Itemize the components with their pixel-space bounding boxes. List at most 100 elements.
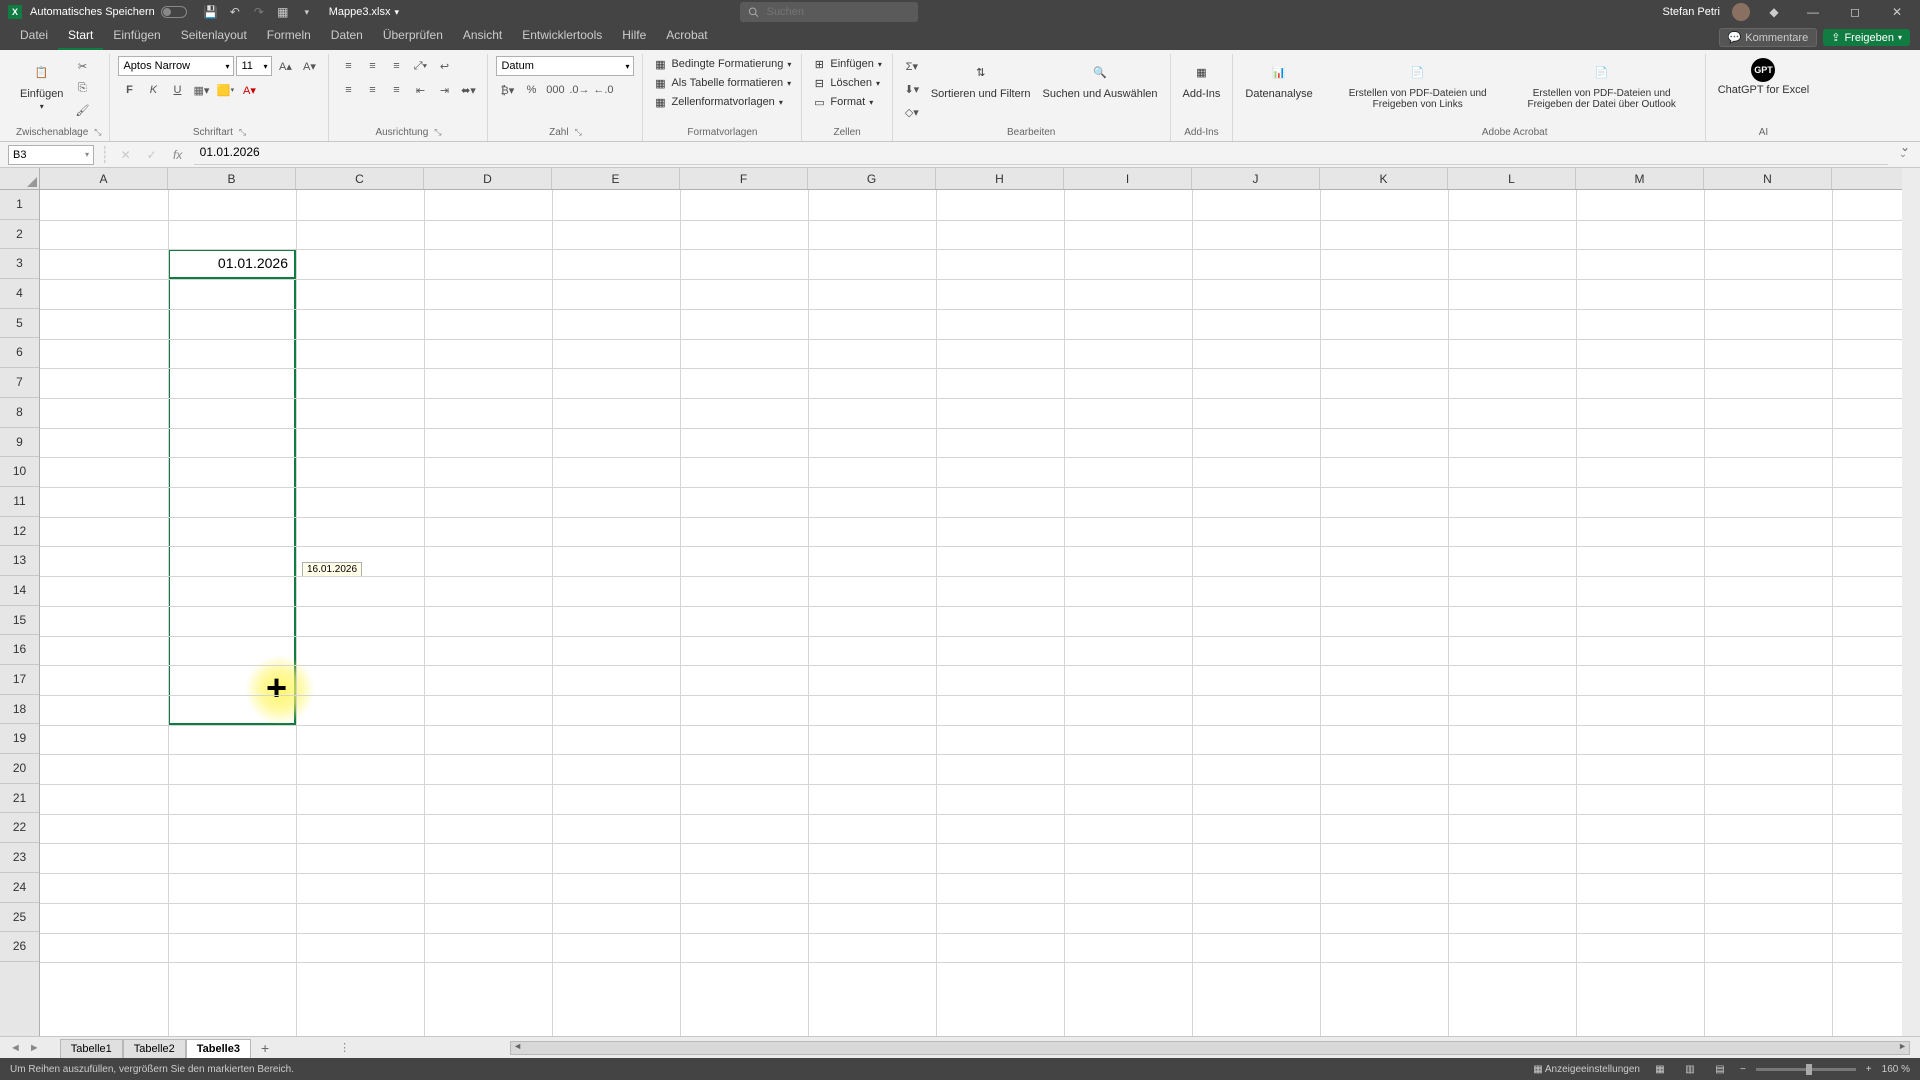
column-header-F[interactable]: F (680, 168, 808, 189)
paste-button[interactable]: 📋 Einfügen ▾ (16, 56, 67, 113)
zoom-in-button[interactable]: + (1866, 1064, 1872, 1075)
row-header-10[interactable]: 10 (0, 457, 39, 487)
clear-icon[interactable]: ◇▾ (901, 102, 923, 122)
search-box[interactable] (740, 2, 918, 22)
border-button[interactable]: ▦▾ (190, 80, 212, 100)
qat-more-icon[interactable]: ▾ (298, 3, 316, 21)
column-header-I[interactable]: I (1064, 168, 1192, 189)
number-format-select[interactable]: Datum▾ (496, 56, 634, 76)
autosave-toggle[interactable] (161, 6, 187, 18)
align-top-icon[interactable]: ≡ (337, 56, 359, 76)
menu-tab-formeln[interactable]: Formeln (257, 24, 321, 50)
autosave[interactable]: Automatisches Speichern (30, 6, 187, 18)
close-button[interactable]: ✕ (1882, 5, 1912, 19)
align-right-icon[interactable]: ≡ (385, 80, 407, 100)
cancel-icon[interactable]: ✕ (116, 145, 136, 165)
page-break-view-icon[interactable]: ▤ (1710, 1061, 1730, 1077)
format-as-table-button[interactable]: ▦Als Tabelle formatieren▾ (651, 75, 793, 91)
decrease-indent-icon[interactable]: ⇤ (409, 80, 431, 100)
underline-button[interactable]: U (166, 80, 188, 100)
wrap-text-icon[interactable]: ↩ (433, 56, 455, 76)
insert-cells-button[interactable]: ⊞Einfügen▾ (810, 56, 883, 72)
menu-tab-ansicht[interactable]: Ansicht (453, 24, 512, 50)
fx-icon[interactable]: fx (168, 145, 188, 165)
document-name[interactable]: Mappe3.xlsx ▾ (329, 6, 399, 18)
row-header-21[interactable]: 21 (0, 784, 39, 814)
currency-icon[interactable]: ₿▾ (496, 80, 518, 100)
menu-tab-datei[interactable]: Datei (10, 24, 58, 50)
menu-tab-einfügen[interactable]: Einfügen (103, 24, 170, 50)
row-header-24[interactable]: 24 (0, 873, 39, 903)
sheet-tab-tabelle3[interactable]: Tabelle3 (186, 1039, 251, 1058)
fill-icon[interactable]: ⬇▾ (901, 79, 923, 99)
cell-styles-button[interactable]: ▦Zellenformatvorlagen▾ (651, 94, 784, 110)
dialog-launcher-icon[interactable]: ⤡ (434, 127, 441, 138)
decrease-font-icon[interactable]: A▾ (298, 56, 320, 76)
row-header-18[interactable]: 18 (0, 695, 39, 725)
ribbon-collapse-icon[interactable]: ⌄ (1900, 140, 1910, 154)
autosum-icon[interactable]: Σ▾ (901, 56, 923, 76)
addins-button[interactable]: ▦ Add-Ins (1179, 56, 1225, 102)
search-input[interactable] (767, 6, 910, 18)
row-header-9[interactable]: 9 (0, 428, 39, 458)
row-header-13[interactable]: 13 (0, 546, 39, 576)
menu-tab-seitenlayout[interactable]: Seitenlayout (171, 24, 257, 50)
increase-font-icon[interactable]: A▴ (274, 56, 296, 76)
undo-icon[interactable]: ↶ (226, 3, 244, 21)
menu-tab-start[interactable]: Start (58, 24, 103, 50)
row-header-2[interactable]: 2 (0, 220, 39, 250)
column-header-H[interactable]: H (936, 168, 1064, 189)
row-header-23[interactable]: 23 (0, 843, 39, 873)
align-left-icon[interactable]: ≡ (337, 80, 359, 100)
zoom-level[interactable]: 160 % (1882, 1064, 1910, 1075)
normal-view-icon[interactable]: ▦ (1650, 1061, 1670, 1077)
delete-cells-button[interactable]: ⊟Löschen▾ (810, 75, 882, 91)
column-header-D[interactable]: D (424, 168, 552, 189)
font-color-button[interactable]: A▾ (238, 80, 260, 100)
row-headers[interactable]: 1234567891011121314151617181920212223242… (0, 190, 40, 1036)
merge-icon[interactable]: ⬌▾ (457, 80, 479, 100)
minimize-button[interactable]: — (1798, 5, 1828, 19)
conditional-formatting-button[interactable]: ▦Bedingte Formatierung▾ (651, 56, 793, 72)
row-header-25[interactable]: 25 (0, 903, 39, 933)
percent-icon[interactable]: % (520, 80, 542, 100)
row-header-26[interactable]: 26 (0, 932, 39, 962)
row-header-8[interactable]: 8 (0, 398, 39, 428)
row-header-3[interactable]: 3 (0, 249, 39, 279)
bold-button[interactable]: F (118, 80, 140, 100)
cells-area[interactable]: 01.01.2026 16.01.2026 + (40, 190, 1902, 1036)
column-header-L[interactable]: L (1448, 168, 1576, 189)
row-header-16[interactable]: 16 (0, 635, 39, 665)
menu-tab-entwicklertools[interactable]: Entwicklertools (512, 24, 612, 50)
user-name[interactable]: Stefan Petri (1663, 6, 1720, 18)
comma-icon[interactable]: 000 (544, 80, 566, 100)
decrease-decimal-icon[interactable]: ←.0 (592, 80, 614, 100)
increase-indent-icon[interactable]: ⇥ (433, 80, 455, 100)
camera-icon[interactable]: ▦ (274, 3, 292, 21)
select-all-corner[interactable] (0, 168, 40, 190)
avatar[interactable] (1732, 3, 1750, 21)
zoom-out-button[interactable]: − (1740, 1064, 1746, 1075)
format-cells-button[interactable]: ▭Format▾ (810, 94, 875, 110)
diamond-icon[interactable]: ◆ (1765, 3, 1783, 21)
chatgpt-button[interactable]: GPT ChatGPT for Excel (1714, 56, 1814, 98)
share-button[interactable]: ⇪ Freigeben ▾ (1823, 29, 1910, 46)
row-header-7[interactable]: 7 (0, 368, 39, 398)
zoom-slider[interactable] (1756, 1068, 1856, 1071)
row-header-20[interactable]: 20 (0, 754, 39, 784)
align-center-icon[interactable]: ≡ (361, 80, 383, 100)
column-header-G[interactable]: G (808, 168, 936, 189)
name-box[interactable]: B3▾ (8, 145, 94, 165)
menu-tab-daten[interactable]: Daten (321, 24, 373, 50)
row-header-17[interactable]: 17 (0, 665, 39, 695)
dialog-launcher-icon[interactable]: ⤡ (575, 127, 582, 138)
display-settings-button[interactable]: ▦ Anzeigeeinstellungen (1533, 1064, 1640, 1075)
cut-icon[interactable]: ✂ (71, 56, 93, 76)
row-header-15[interactable]: 15 (0, 606, 39, 636)
save-icon[interactable]: 💾 (202, 3, 220, 21)
row-header-11[interactable]: 11 (0, 487, 39, 517)
align-middle-icon[interactable]: ≡ (361, 56, 383, 76)
sheet-next-icon[interactable]: ► (29, 1042, 40, 1054)
copy-icon[interactable]: ⎘ (71, 78, 93, 98)
find-select-button[interactable]: 🔍 Suchen und Auswählen (1039, 56, 1162, 102)
